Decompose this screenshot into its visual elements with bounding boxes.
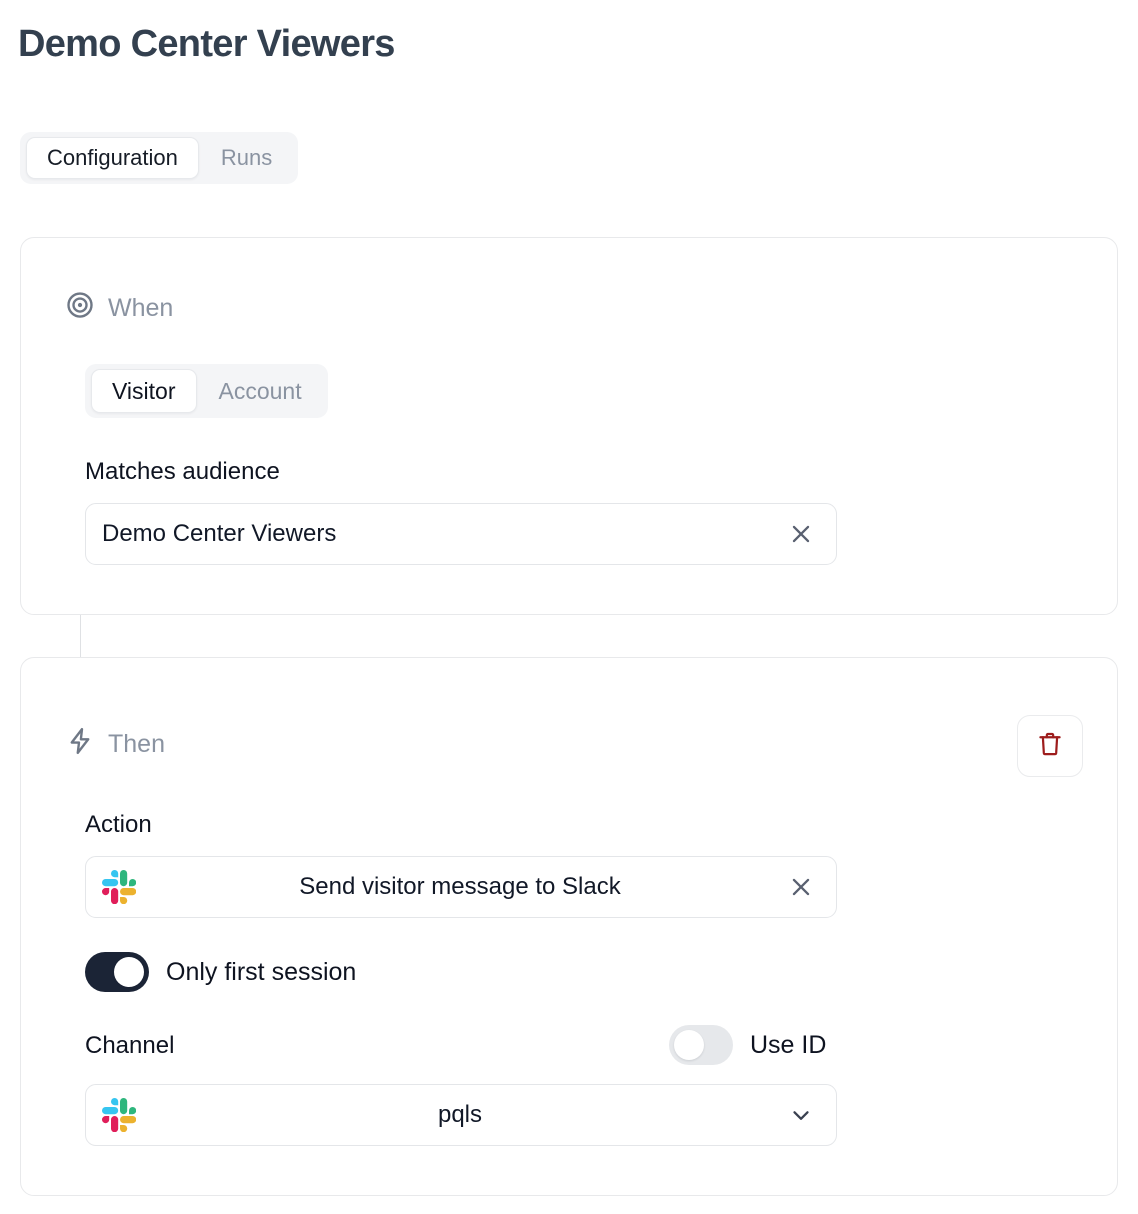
card-connector-line [80, 615, 81, 657]
when-section-header: When [65, 290, 173, 325]
slack-icon [102, 1098, 137, 1133]
use-id-row: Use ID [669, 1025, 826, 1065]
only-first-session-toggle[interactable] [85, 952, 149, 992]
use-id-toggle[interactable] [669, 1025, 733, 1065]
trash-icon [1036, 730, 1064, 763]
channel-value: pqls [437, 1101, 483, 1128]
tab-runs[interactable]: Runs [201, 137, 292, 179]
automation-configuration-page: Demo Center Viewers Configuration Runs W… [0, 0, 1138, 1214]
when-card: When Visitor Account Matches audience De… [20, 237, 1118, 615]
action-label: Action [85, 811, 152, 838]
audience-value: Demo Center Viewers [102, 520, 337, 547]
then-card: Then Action Send visitor message to Slac… [20, 657, 1118, 1196]
page-title: Demo Center Viewers [18, 23, 395, 65]
then-section-header: Then [65, 726, 165, 761]
clear-action-icon[interactable] [784, 870, 818, 904]
subject-segmented-control: Visitor Account [85, 364, 328, 418]
main-tab-group: Configuration Runs [20, 132, 299, 184]
toggle-knob [114, 957, 144, 987]
target-icon [65, 290, 95, 325]
when-section-label: When [108, 293, 174, 322]
channel-label: Channel [85, 1032, 175, 1059]
channel-select[interactable]: pqls [85, 1084, 837, 1146]
segment-visitor[interactable]: Visitor [91, 369, 197, 413]
slack-icon [102, 870, 137, 905]
then-section-label: Then [108, 729, 165, 758]
use-id-label: Use ID [750, 1030, 827, 1059]
tab-configuration[interactable]: Configuration [26, 137, 199, 179]
clear-audience-icon[interactable] [784, 517, 818, 551]
lightning-bolt-icon [65, 726, 95, 761]
delete-action-button[interactable] [1017, 715, 1083, 777]
action-select[interactable]: Send visitor message to Slack [85, 856, 837, 918]
only-first-session-label: Only first session [166, 957, 357, 986]
audience-select[interactable]: Demo Center Viewers [85, 503, 837, 565]
action-value: Send visitor message to Slack [299, 873, 621, 900]
segment-account[interactable]: Account [199, 369, 322, 413]
matches-audience-label: Matches audience [85, 458, 280, 485]
only-first-session-row: Only first session [85, 952, 356, 992]
toggle-knob [674, 1030, 704, 1060]
chevron-down-icon[interactable] [784, 1098, 818, 1132]
